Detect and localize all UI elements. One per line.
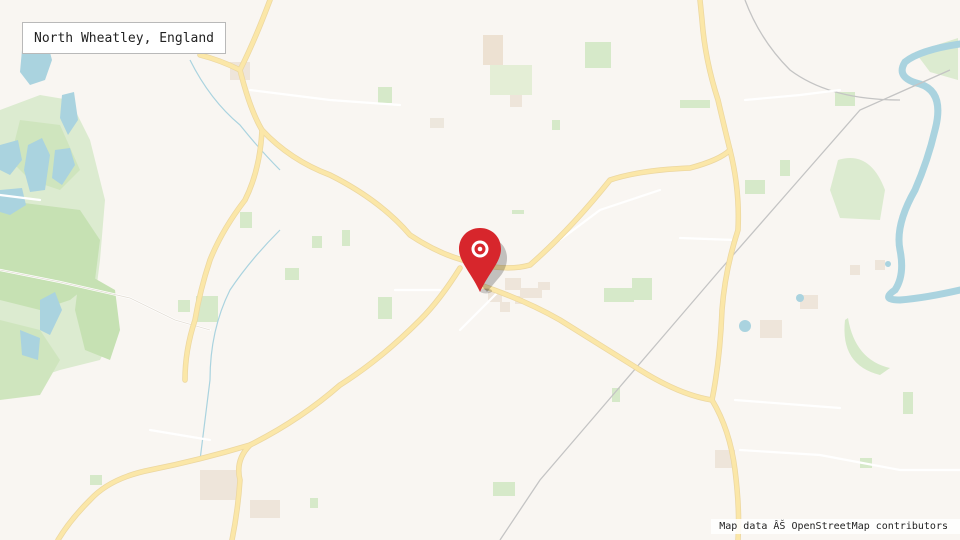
map-attribution[interactable]: Map data ÂŠ OpenStreetMap contributors [711, 519, 960, 534]
map-canvas[interactable] [0, 0, 960, 540]
location-label: North Wheatley, England [22, 22, 227, 54]
